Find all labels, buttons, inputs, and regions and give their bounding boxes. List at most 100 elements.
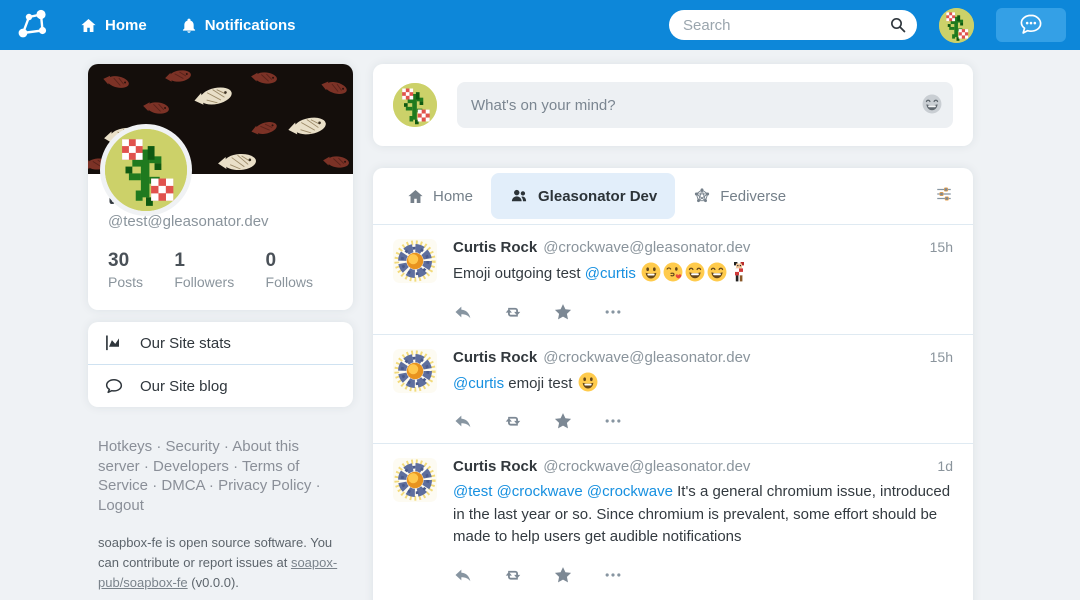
post-author-avatar[interactable] [393,239,437,283]
reply-button[interactable] [453,302,473,322]
footer-link[interactable]: Developers [153,458,229,475]
fediverse-icon [693,187,711,205]
compose-input[interactable] [457,82,953,128]
speech-bubble-icon [104,376,124,396]
compose-card [373,64,973,146]
nav-item-label: Home [105,17,147,34]
emoji-beaming [707,262,727,286]
reply-icon [453,565,473,585]
menu-item-site-stats[interactable]: Our Site stats [88,322,353,364]
user-avatar[interactable] [939,8,974,43]
post-content: @curtis emoji test [453,372,953,396]
star-icon [553,302,573,322]
post-timestamp[interactable]: 15h [930,239,953,255]
emoji-grinning [578,372,598,396]
search-input[interactable] [669,10,917,40]
compose-avatar[interactable] [393,83,437,127]
ellipsis-icon [603,565,623,585]
content: test @test@gleasonator.dev 30 Posts 1 Fo… [88,64,973,600]
stat-value: 30 [108,250,143,272]
reply-icon [453,302,473,322]
footer-link[interactable]: Security [166,438,220,455]
post[interactable]: Curtis Rock @crockwave@gleasonator.dev 1… [373,225,973,334]
profile-card: test @test@gleasonator.dev 30 Posts 1 Fo… [88,64,353,310]
footer-link[interactable]: Privacy Policy [218,477,311,494]
reply-button[interactable] [453,411,473,431]
repost-button[interactable] [503,302,523,322]
post-timestamp[interactable]: 15h [930,349,953,365]
nav-right [669,8,1066,43]
bell-icon [181,17,197,34]
mention-link[interactable]: @crockwave [587,483,673,500]
footer-link[interactable]: Logout [98,497,144,514]
mention-link[interactable]: @crockwave [497,483,583,500]
emoji-grinning [641,262,661,286]
favourite-button[interactable] [553,411,573,431]
search-icon[interactable] [889,16,907,39]
post[interactable]: Curtis Rock @crockwave@gleasonator.dev 1… [373,443,973,597]
tab-home[interactable]: Home [389,174,491,219]
repost-button[interactable] [503,411,523,431]
emoji-custom [729,262,749,286]
post-author-avatar[interactable] [393,458,437,502]
post-author-handle: @crockwave@gleasonator.dev [543,239,750,256]
repost-icon [503,411,523,431]
soapbox-logo[interactable] [14,7,50,43]
footer-link[interactable]: Hotkeys [98,438,152,455]
post-author-name[interactable]: Curtis Rock [453,349,537,366]
nav-links: Home Notifications [80,17,296,34]
footer-link[interactable]: DMCA [161,477,204,494]
navbar: Home Notifications [0,0,1080,50]
nav-item-notifications[interactable]: Notifications [181,17,296,34]
post-author-avatar[interactable] [393,349,437,393]
post-actions [453,565,953,585]
post[interactable]: Curtis Rock @crockwave@gleasonator.dev 1… [373,334,973,444]
site-menu: Our Site stats Our Site blog [88,322,353,407]
more-button[interactable] [603,565,623,585]
emoji-picker-button[interactable] [922,94,942,115]
menu-item-site-blog[interactable]: Our Site blog [88,364,353,407]
post-actions [453,302,953,322]
menu-item-label: Our Site stats [140,335,231,352]
mention-link[interactable]: @curtis [453,375,504,392]
post-actions [453,411,953,431]
stat-follows[interactable]: 0 Follows [266,250,313,290]
nav-item-home[interactable]: Home [80,17,147,34]
main-column: Home Gleasonator Dev [373,64,973,600]
ellipsis-icon [603,302,623,322]
repost-button[interactable] [503,565,523,585]
home-icon [80,17,97,34]
more-button[interactable] [603,411,623,431]
stat-label: Follows [266,274,313,290]
post-list: Curtis Rock @crockwave@gleasonator.dev 1… [373,225,973,597]
post-author-name[interactable]: Curtis Rock [453,458,537,475]
tab-fediverse[interactable]: Fediverse [675,173,804,219]
tab-gleasonator-dev[interactable]: Gleasonator Dev [491,173,675,219]
favourite-button[interactable] [553,565,573,585]
more-button[interactable] [603,302,623,322]
tab-label: Fediverse [720,188,786,205]
emoji-beaming [685,262,705,286]
post-timestamp[interactable]: 1d [937,458,953,474]
profile-stats: 30 Posts 1 Followers 0 Follows [88,234,353,310]
profile-avatar[interactable] [100,124,192,216]
stat-value: 1 [174,250,234,272]
timeline-settings-button[interactable] [931,181,957,212]
stat-followers[interactable]: 1 Followers [174,250,234,290]
favourite-button[interactable] [553,302,573,322]
mention-link[interactable]: @curtis [585,265,636,282]
reply-button[interactable] [453,565,473,585]
timeline-tabs: Home Gleasonator Dev [373,168,973,224]
chat-bubble-icon [1018,13,1044,37]
stat-posts[interactable]: 30 Posts [108,250,143,290]
star-icon [553,411,573,431]
chat-button[interactable] [996,8,1066,42]
ellipsis-icon [603,411,623,431]
logo-icon [15,8,49,42]
sidebar: test @test@gleasonator.dev 30 Posts 1 Fo… [88,64,353,600]
post-text [636,265,640,282]
mention-link[interactable]: @test [453,483,492,500]
post-author-name[interactable]: Curtis Rock [453,239,537,256]
stat-value: 0 [266,250,313,272]
stat-label: Posts [108,274,143,290]
